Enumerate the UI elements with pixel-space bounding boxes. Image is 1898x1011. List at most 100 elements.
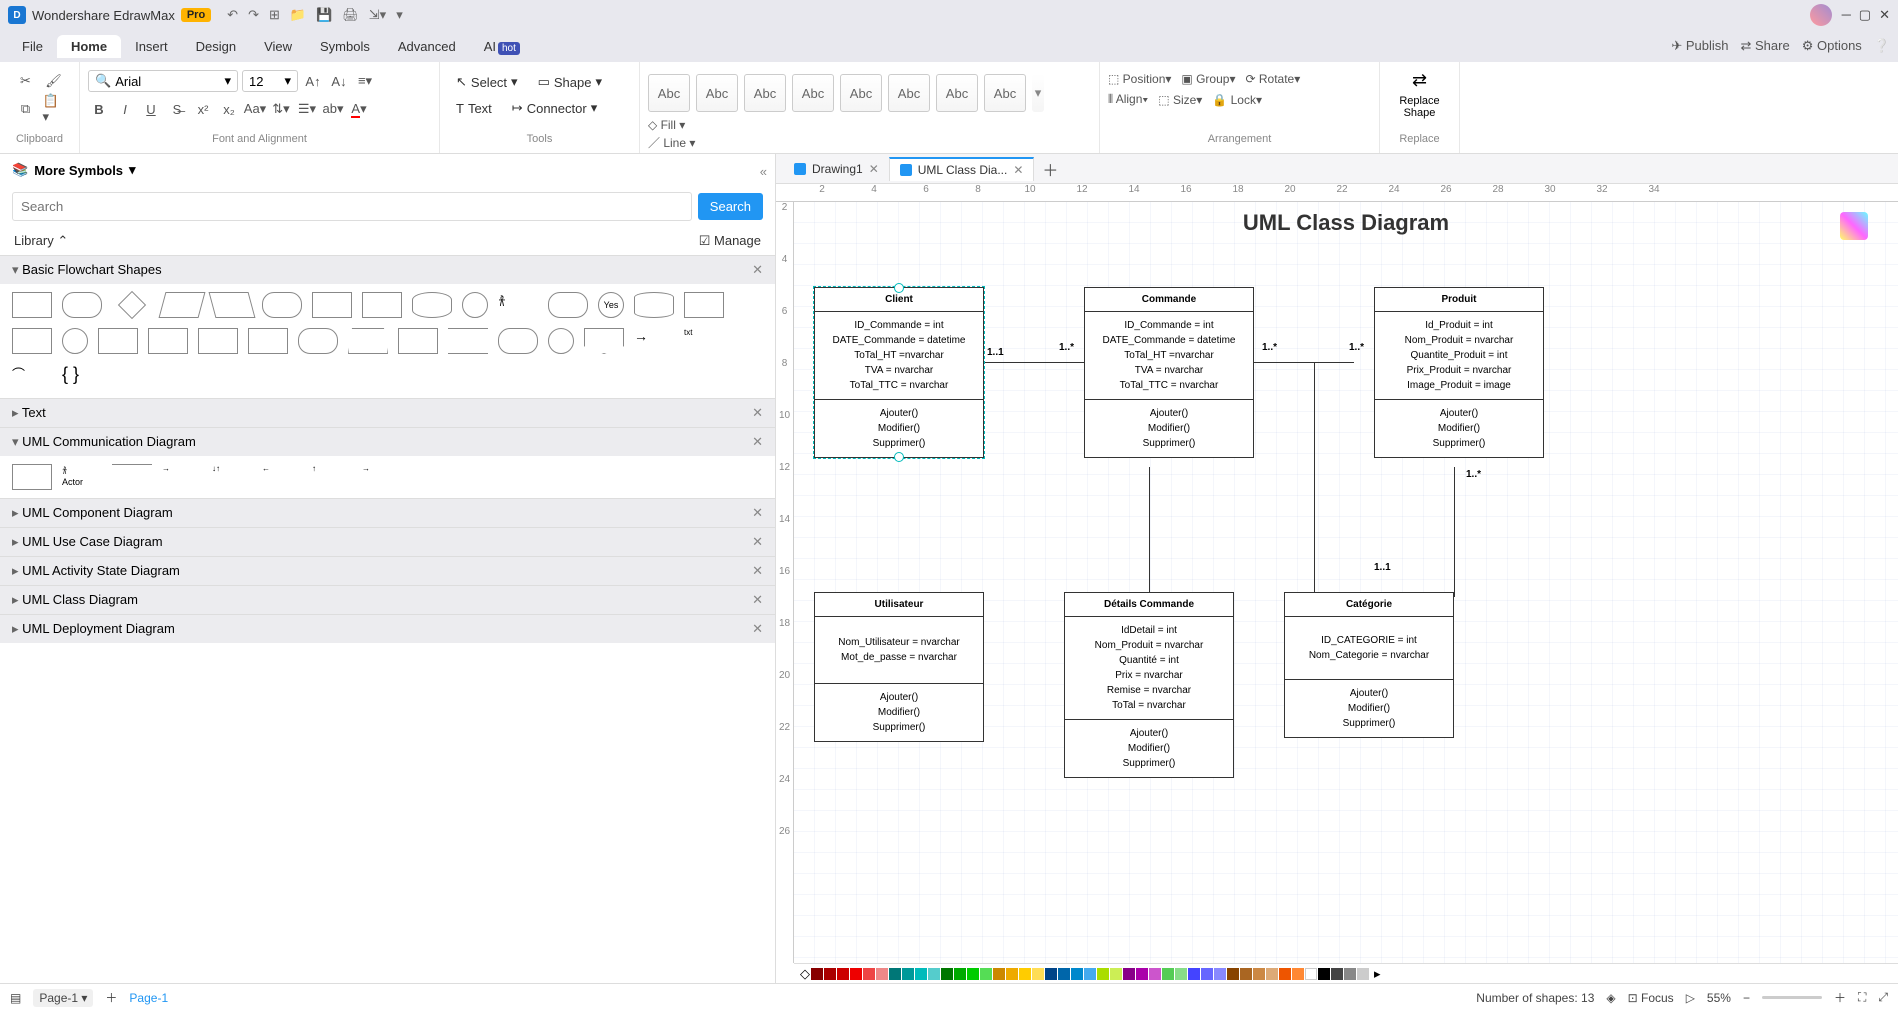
- qat-custom-icon[interactable]: ▾: [396, 7, 403, 23]
- maximize-icon[interactable]: ▢: [1859, 7, 1871, 23]
- rotate-button[interactable]: ⟳ Rotate▾: [1245, 72, 1300, 86]
- swatch[interactable]: [1188, 968, 1200, 980]
- style-8[interactable]: Abc: [984, 74, 1026, 112]
- menu-advanced[interactable]: Advanced: [384, 35, 470, 58]
- swatch[interactable]: [1357, 968, 1369, 980]
- swatch[interactable]: [980, 968, 992, 980]
- connector[interactable]: [1454, 467, 1455, 597]
- font-grow-icon[interactable]: A↑: [302, 70, 324, 92]
- shape-db[interactable]: [634, 292, 674, 318]
- shape-actor[interactable]: 𐀪: [498, 292, 538, 318]
- menu-file[interactable]: File: [8, 35, 57, 58]
- shape-r2-4[interactable]: [148, 328, 188, 354]
- symbol-search-input[interactable]: [12, 192, 692, 221]
- superscript-icon[interactable]: x²: [192, 98, 214, 120]
- swatch[interactable]: [928, 968, 940, 980]
- shape-r2-1[interactable]: [12, 328, 52, 354]
- bold-icon[interactable]: B: [88, 98, 110, 120]
- shape-line[interactable]: [112, 464, 152, 490]
- swatch[interactable]: [811, 968, 823, 980]
- add-page-icon[interactable]: ＋: [105, 989, 117, 1006]
- swatch[interactable]: [1279, 968, 1291, 980]
- menu-insert[interactable]: Insert: [121, 35, 182, 58]
- swatch[interactable]: [915, 968, 927, 980]
- redo-icon[interactable]: ↷: [248, 7, 259, 23]
- canvas[interactable]: UML Class Diagram 1..1 1..* 1..* 1..* 1.…: [794, 202, 1898, 963]
- undo-icon[interactable]: ↶: [227, 7, 238, 23]
- swatch[interactable]: [1305, 968, 1317, 980]
- publish-button[interactable]: ✈ Publish: [1671, 38, 1728, 54]
- transparent-icon[interactable]: ◇: [800, 966, 810, 982]
- focus-button[interactable]: ⊡ Focus: [1628, 991, 1674, 1005]
- swatch[interactable]: [1214, 968, 1226, 980]
- font-shrink-icon[interactable]: A↓: [328, 70, 350, 92]
- library-label[interactable]: Library ⌃: [14, 233, 68, 249]
- shape-r2-10[interactable]: [548, 328, 574, 354]
- class-client[interactable]: Client ID_Commande = intDATE_Commande = …: [814, 287, 984, 458]
- tab-close-icon[interactable]: ✕: [869, 162, 879, 176]
- styles-more-icon[interactable]: ▾: [1032, 74, 1044, 112]
- section-close-icon[interactable]: ✕: [752, 505, 763, 521]
- class-commande[interactable]: Commande ID_Commande = intDATE_Commande …: [1084, 287, 1254, 458]
- mult-5[interactable]: 1..*: [1466, 469, 1481, 480]
- section-close-icon[interactable]: ✕: [752, 405, 763, 421]
- group-button[interactable]: ▣ Group▾: [1181, 72, 1235, 86]
- section-uml-activity[interactable]: UML Activity State Diagram✕: [0, 556, 775, 585]
- shape-roundrect[interactable]: [62, 292, 102, 318]
- zoom-slider[interactable]: [1762, 996, 1822, 999]
- mult-1[interactable]: 1..1: [987, 347, 1004, 358]
- shape-msg2[interactable]: ↓↑: [212, 464, 252, 490]
- swatch[interactable]: [1266, 968, 1278, 980]
- tab-close-icon[interactable]: ✕: [1013, 163, 1023, 177]
- shape-msg5[interactable]: →: [362, 464, 402, 490]
- style-4[interactable]: Abc: [792, 74, 834, 112]
- shape-brace[interactable]: { }: [62, 364, 102, 390]
- menu-symbols[interactable]: Symbols: [306, 35, 384, 58]
- more-symbols-button[interactable]: 📚 More Symbols▾: [0, 154, 775, 186]
- section-basic-flowchart[interactable]: Basic Flowchart Shapes✕: [0, 255, 775, 284]
- shape-tool[interactable]: ▭ Shape ▾: [530, 70, 610, 94]
- shape-actor2[interactable]: 𐀪Actor: [62, 464, 102, 490]
- connector[interactable]: [1149, 467, 1150, 597]
- shape-msg3[interactable]: ←: [262, 464, 302, 490]
- print-icon[interactable]: 🖨: [342, 7, 359, 23]
- symbol-search-button[interactable]: Search: [698, 193, 763, 220]
- panel-collapse-icon[interactable]: «: [760, 164, 767, 179]
- section-uml-usecase[interactable]: UML Use Case Diagram✕: [0, 527, 775, 556]
- section-close-icon[interactable]: ✕: [752, 534, 763, 550]
- shape-curve[interactable]: ⌒: [12, 364, 52, 390]
- shape-r2-9[interactable]: [498, 328, 538, 354]
- swatch[interactable]: [1084, 968, 1096, 980]
- fit-icon[interactable]: ⛶: [1858, 990, 1866, 1005]
- swatch[interactable]: [1123, 968, 1135, 980]
- swatch[interactable]: [1331, 968, 1343, 980]
- shape-trap[interactable]: [348, 328, 388, 354]
- position-button[interactable]: ⬚ Position▾: [1108, 72, 1171, 86]
- swatch[interactable]: [1318, 968, 1330, 980]
- section-close-icon[interactable]: ✕: [752, 434, 763, 450]
- align-button[interactable]: ⫴ Align▾: [1108, 92, 1148, 107]
- style-1[interactable]: Abc: [648, 74, 690, 112]
- swatch[interactable]: [967, 968, 979, 980]
- mult-3[interactable]: 1..*: [1262, 342, 1277, 353]
- close-icon[interactable]: ✕: [1879, 7, 1890, 23]
- size-button[interactable]: ⬚ Size▾: [1158, 93, 1202, 107]
- swatch[interactable]: [1175, 968, 1187, 980]
- fullscreen-icon[interactable]: ⤢: [1878, 990, 1888, 1005]
- section-close-icon[interactable]: ✕: [752, 262, 763, 278]
- swatch[interactable]: [1097, 968, 1109, 980]
- swatch[interactable]: [889, 968, 901, 980]
- swatch[interactable]: [1019, 968, 1031, 980]
- style-5[interactable]: Abc: [840, 74, 882, 112]
- zoom-out-icon[interactable]: −: [1743, 991, 1750, 1005]
- export-icon[interactable]: ⇲▾: [369, 7, 386, 23]
- mult-4[interactable]: 1..*: [1349, 342, 1364, 353]
- font-family-combo[interactable]: 🔍Arial▾: [88, 70, 238, 92]
- swatch[interactable]: [1071, 968, 1083, 980]
- section-uml-class[interactable]: UML Class Diagram✕: [0, 585, 775, 614]
- fill-button[interactable]: ◇ Fill ▾: [648, 118, 715, 132]
- user-avatar[interactable]: [1810, 4, 1832, 26]
- menu-design[interactable]: Design: [182, 35, 250, 58]
- new-icon[interactable]: ⊞: [269, 7, 280, 23]
- swatch[interactable]: [876, 968, 888, 980]
